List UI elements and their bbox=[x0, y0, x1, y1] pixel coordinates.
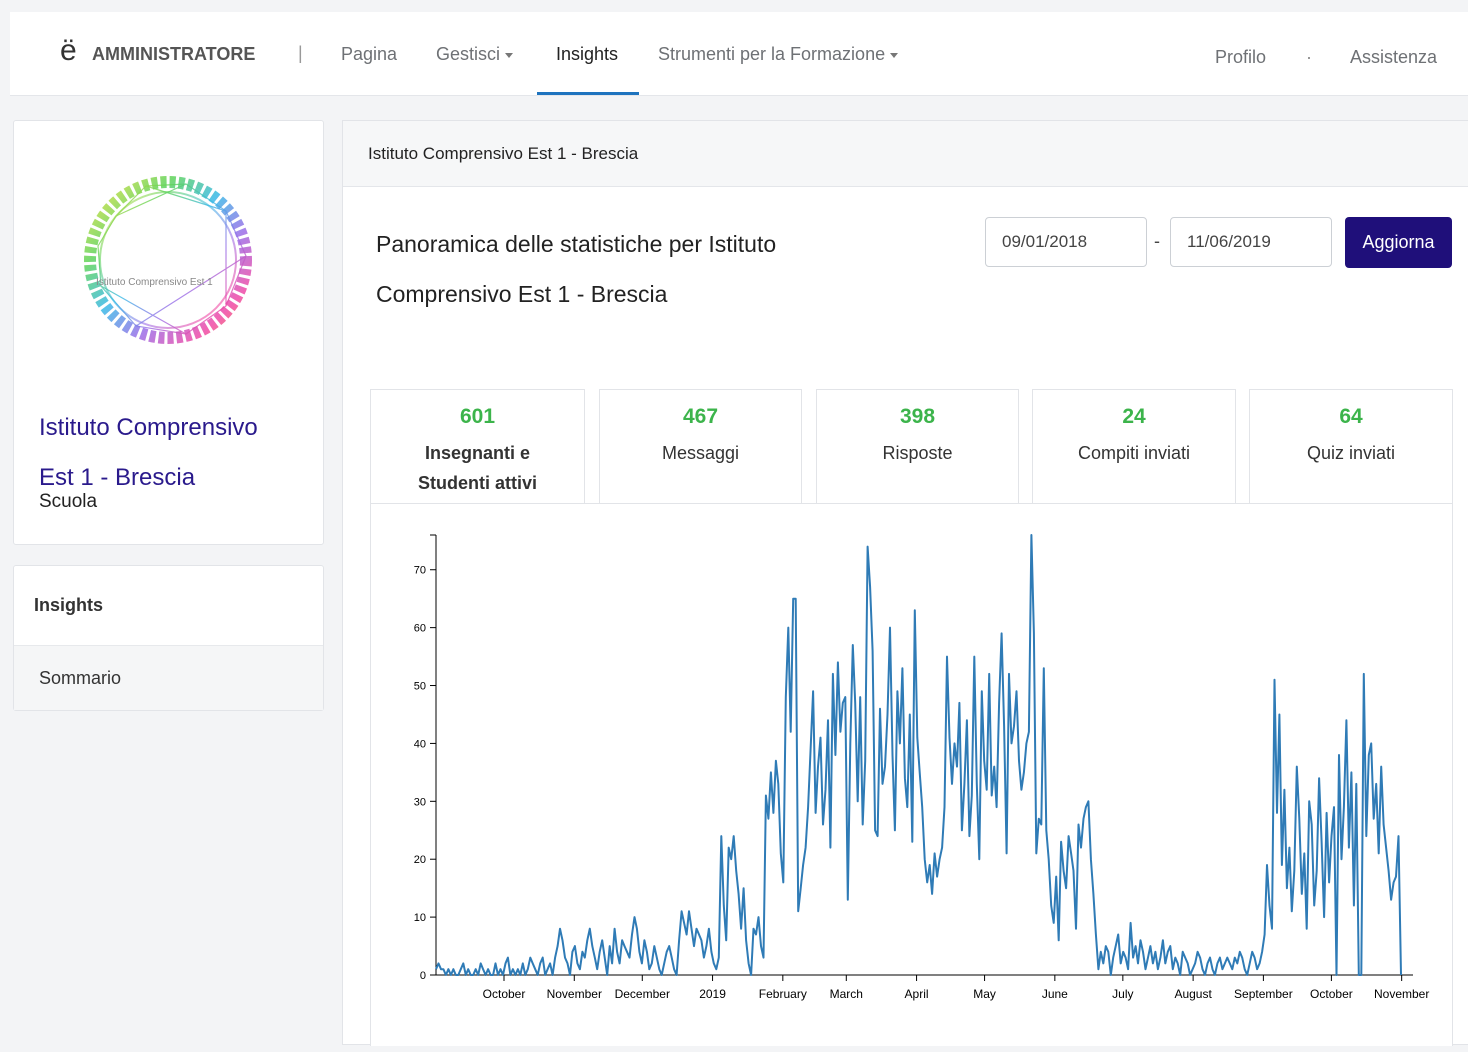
date-from-input[interactable] bbox=[985, 217, 1147, 267]
sidebar-item-sommario[interactable]: Sommario bbox=[14, 646, 323, 710]
y-tick-label: 70 bbox=[414, 565, 426, 577]
caret-down-icon bbox=[505, 52, 514, 58]
date-to-input[interactable] bbox=[1170, 217, 1332, 267]
tab-messages[interactable]: 467 Messaggi bbox=[599, 389, 802, 504]
y-tick-label: 20 bbox=[414, 854, 426, 866]
stat-label: Messaggi bbox=[661, 443, 740, 463]
stat-value: 24 bbox=[1122, 405, 1146, 428]
school-name: Istituto Comprensivo Est 1 - Brescia bbox=[39, 414, 258, 491]
nav-link-pagina[interactable]: Pagina bbox=[341, 44, 397, 65]
activity-line-chart: 0 10 20 30 40 50 60 70 October November December 20… bbox=[414, 534, 1429, 1001]
stat-label: Compiti inviati bbox=[1077, 443, 1191, 463]
stats-tabs: 601 Insegnanti e Studenti attivi 467 Mes… bbox=[370, 389, 1453, 504]
sidebar-nav: Insights Sommario bbox=[13, 565, 324, 711]
caret-down-icon bbox=[890, 52, 899, 58]
x-tick-label: August bbox=[1174, 987, 1212, 1001]
app-logo-icon[interactable]: ë bbox=[60, 36, 77, 66]
x-tick-label: March bbox=[830, 987, 863, 1001]
x-tick-label: November bbox=[547, 987, 602, 1001]
stat-label: Quiz inviati bbox=[1306, 443, 1396, 463]
nav-separator: | bbox=[298, 43, 303, 63]
insights-panel: Istituto Comprensivo Est 1 - Brescia Pan… bbox=[342, 120, 1468, 1046]
nav-link-insights[interactable]: Insights bbox=[556, 44, 618, 65]
y-tick-label: 0 bbox=[420, 970, 426, 982]
nav-dot-separator: · bbox=[1306, 47, 1312, 67]
x-tick-label: October bbox=[483, 987, 526, 1001]
y-tick-label: 50 bbox=[414, 681, 426, 693]
nav-dropdown-gestisci[interactable]: Gestisci bbox=[436, 44, 514, 65]
update-button[interactable]: Aggiorna bbox=[1345, 217, 1452, 268]
chart-container: 0 10 20 30 40 50 60 70 October November December 20… bbox=[370, 503, 1453, 1046]
tab-assignments[interactable]: 24 Compiti inviati bbox=[1032, 389, 1236, 504]
nav-link-assistenza[interactable]: Assistenza bbox=[1350, 47, 1437, 68]
x-tick-label: April bbox=[905, 987, 929, 1001]
series-line bbox=[435, 534, 1402, 976]
x-tick-label: May bbox=[973, 987, 996, 1001]
nav-link-label: Insights bbox=[556, 44, 619, 64]
nav-link-label: Pagina bbox=[341, 44, 398, 64]
y-tick-label: 10 bbox=[414, 912, 426, 924]
panel-header: Istituto Comprensivo Est 1 - Brescia bbox=[343, 121, 1468, 187]
school-profile-card: Istituto Comprensivo Est 1 Istituto Comp… bbox=[13, 120, 324, 545]
active-tab-indicator bbox=[537, 92, 639, 95]
stat-value: 601 bbox=[459, 405, 496, 428]
nav-link-profilo[interactable]: Profilo bbox=[1215, 47, 1266, 68]
tab-quizzes[interactable]: 64 Quiz inviati bbox=[1249, 389, 1453, 504]
x-tick-label: December bbox=[615, 987, 670, 1001]
school-logo: Istituto Comprensivo Est 1 bbox=[84, 176, 252, 344]
y-tick-label: 40 bbox=[414, 738, 426, 750]
school-logo-text: Istituto Comprensivo Est 1 bbox=[96, 277, 213, 288]
y-tick-label: 30 bbox=[414, 796, 426, 808]
stat-value: 64 bbox=[1339, 405, 1363, 428]
stat-value: 467 bbox=[682, 405, 719, 428]
sidebar-header: Insights bbox=[14, 566, 323, 646]
x-tick-label: September bbox=[1234, 987, 1293, 1001]
nav-link-label: Strumenti per la Formazione bbox=[658, 44, 886, 64]
x-tick-label: February bbox=[759, 987, 807, 1001]
nav-link-label: Gestisci bbox=[436, 44, 501, 64]
y-tick-label: 60 bbox=[414, 623, 426, 635]
tab-replies[interactable]: 398 Risposte bbox=[816, 389, 1019, 504]
x-tick-label: October bbox=[1310, 987, 1353, 1001]
page-title: Panoramica delle statistiche per Istitut… bbox=[376, 231, 777, 307]
brand-name[interactable]: AMMINISTRATORE bbox=[92, 44, 255, 65]
tab-active-users[interactable]: 601 Insegnanti e Studenti attivi bbox=[370, 389, 585, 504]
date-range-dash: - bbox=[1154, 231, 1160, 251]
x-tick-label: June bbox=[1042, 987, 1068, 1001]
top-navbar: ë AMMINISTRATORE | Pagina Gestisci Insig… bbox=[10, 12, 1468, 96]
x-tick-label: July bbox=[1112, 987, 1133, 1001]
nav-dropdown-strumenti[interactable]: Strumenti per la Formazione bbox=[658, 44, 899, 65]
stat-value: 398 bbox=[899, 405, 936, 428]
x-tick-label: November bbox=[1374, 987, 1429, 1001]
stat-label: Risposte bbox=[882, 443, 953, 463]
stat-label: Insegnanti e Studenti attivi bbox=[417, 443, 537, 493]
x-tick-label: 2019 bbox=[699, 987, 726, 1001]
school-type: Scuola bbox=[39, 491, 98, 512]
